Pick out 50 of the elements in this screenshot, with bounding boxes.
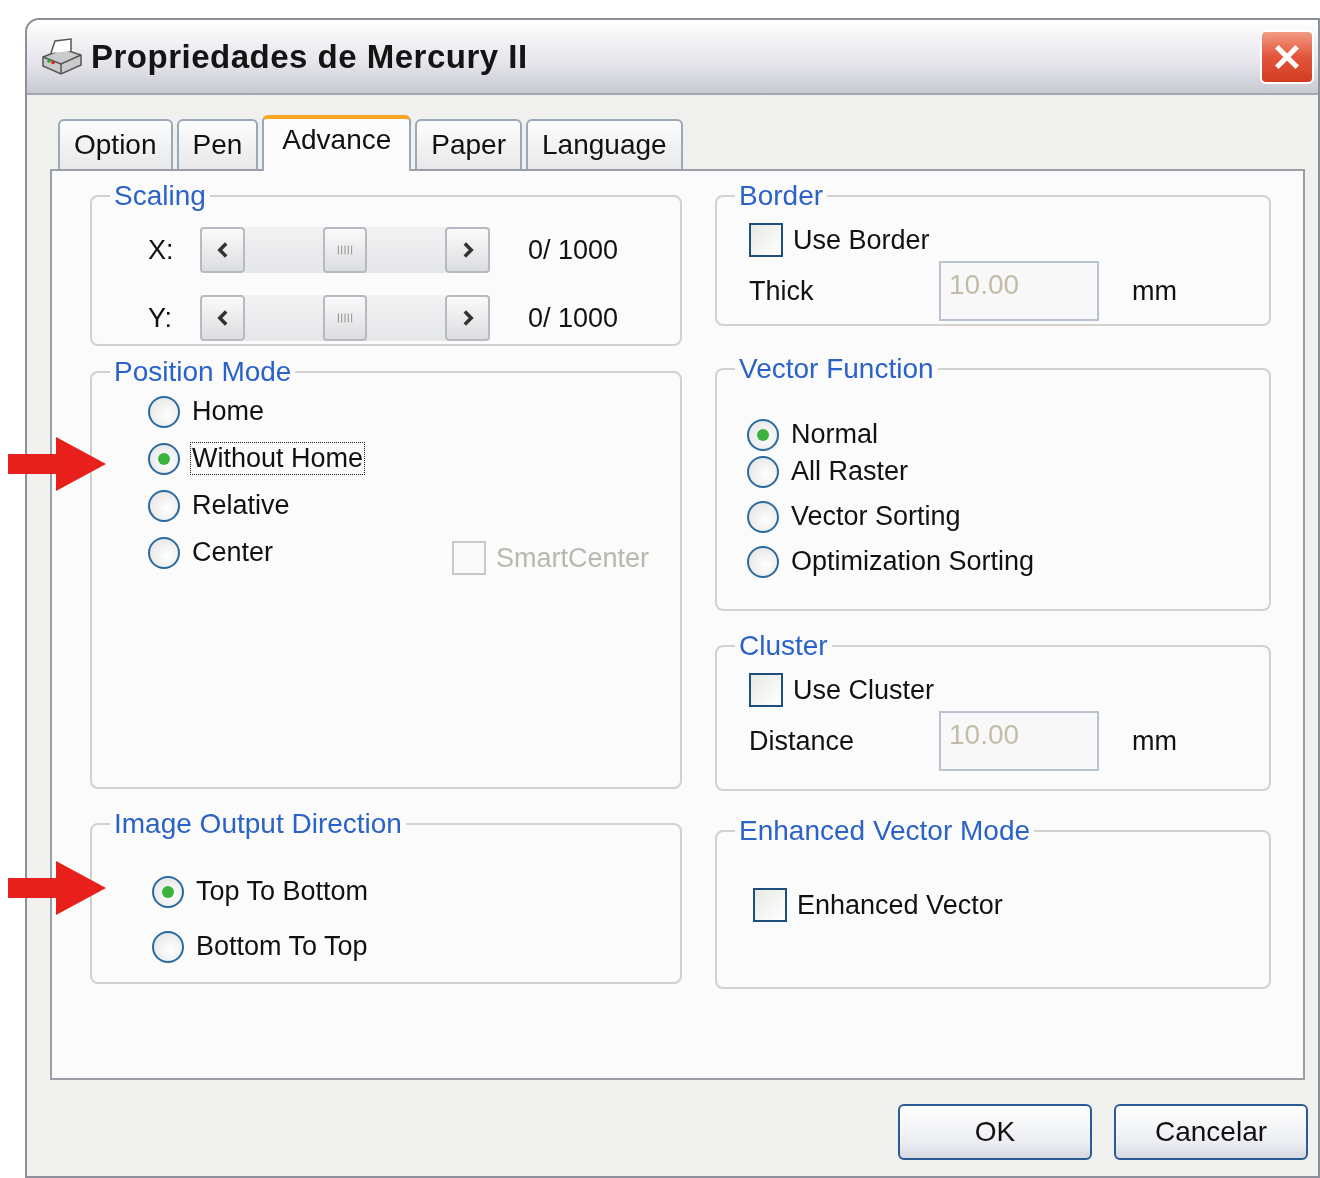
radio-indicator[interactable] [152, 875, 184, 908]
scale-reading: 0/ 1000 [528, 234, 619, 266]
group-title: Scaling [113, 181, 207, 211]
dialog-button[interactable]: OK [898, 1104, 1092, 1160]
radio-indicator[interactable] [747, 418, 779, 451]
radio-option[interactable]: Center [148, 536, 452, 569]
group-title: Cluster [738, 631, 829, 661]
slider-thumb[interactable] [323, 295, 367, 341]
radio-option[interactable]: Normal [747, 418, 1269, 451]
dialog-button[interactable]: Cancelar [1114, 1104, 1308, 1160]
radio-indicator[interactable] [148, 442, 180, 475]
radio-indicator[interactable] [148, 489, 180, 522]
radio-indicator[interactable] [152, 930, 184, 963]
axis-label: Y: [148, 302, 174, 334]
printer-icon [39, 36, 83, 77]
radio-option[interactable]: Optimization Sorting [747, 545, 1269, 578]
radio-option[interactable]: Relative [148, 489, 452, 522]
scroll-slider[interactable] [200, 295, 490, 341]
window-title: Propriedades de Mercury II [91, 37, 528, 76]
axis-label: X: [148, 234, 175, 266]
checkbox[interactable] [753, 888, 787, 922]
unit-label: mm [1132, 275, 1177, 307]
radio-option[interactable]: All Raster [747, 455, 1269, 488]
radio-option[interactable]: Bottom To Top [152, 930, 680, 963]
scale-reading: 0/ 1000 [528, 302, 619, 334]
radio-indicator[interactable] [747, 545, 779, 578]
checkbox-option[interactable]: Enhanced Vector [753, 888, 1269, 922]
field-label: Thick [749, 275, 815, 307]
tab[interactable]: Language [526, 119, 683, 169]
group-title: Image Output Direction [113, 809, 403, 839]
group-title: Enhanced Vector Mode [738, 816, 1032, 846]
group-title: Vector Function [738, 354, 935, 384]
group-title: Border [738, 181, 825, 211]
tab[interactable]: Pen [176, 119, 259, 169]
tab[interactable]: Option [58, 119, 173, 169]
radio-option[interactable]: Vector Sorting [747, 500, 1269, 533]
radio-indicator[interactable] [148, 395, 180, 428]
field-label: Distance [749, 725, 856, 757]
slider-thumb[interactable] [323, 227, 367, 273]
close-button[interactable] [1260, 29, 1314, 84]
group-title: Position Mode [113, 357, 293, 387]
unit-label: mm [1132, 725, 1177, 757]
radio-indicator[interactable] [747, 455, 779, 488]
tab[interactable]: Advance [262, 115, 412, 171]
radio-indicator[interactable] [747, 500, 779, 533]
radio-indicator[interactable] [148, 536, 180, 569]
scroll-slider[interactable] [200, 227, 490, 273]
radio-option[interactable]: Home [148, 395, 452, 428]
tab[interactable]: Paper [415, 119, 522, 169]
radio-option[interactable]: Top To Bottom [152, 875, 680, 908]
